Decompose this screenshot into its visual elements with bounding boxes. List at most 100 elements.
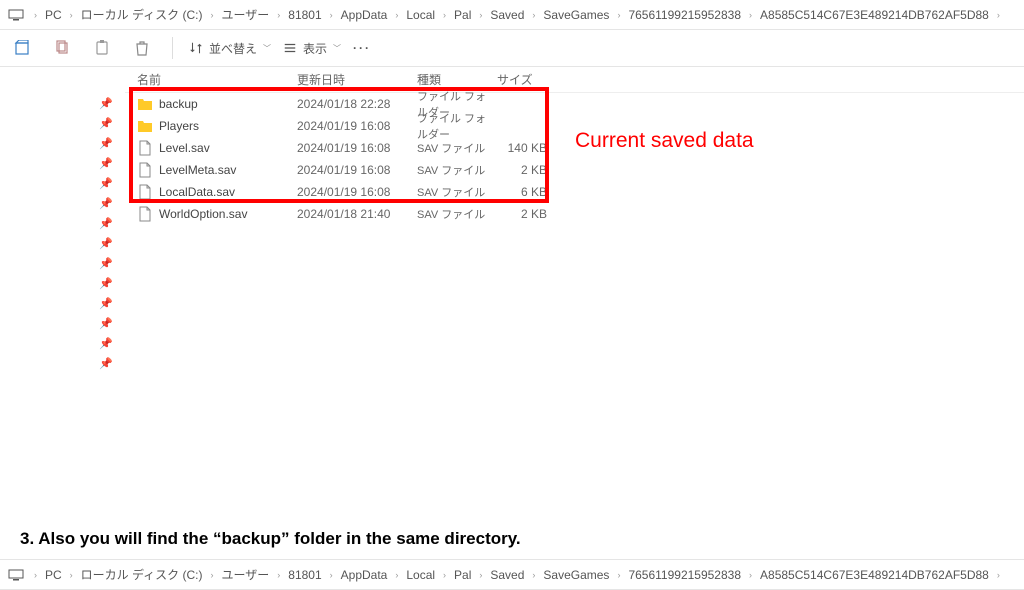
pin-icon: 📌 xyxy=(99,277,113,290)
more-button[interactable]: ··· xyxy=(353,41,371,55)
breadcrumb-item[interactable]: AppData xyxy=(339,568,390,582)
quick-access-row[interactable] xyxy=(0,73,125,93)
col-date[interactable]: 更新日時 xyxy=(297,71,417,88)
sidebar: 📌 📌 📌 📌 📌 📌 📌 📌 📌 📌 📌 📌 📌 📌 xyxy=(0,67,125,379)
col-type[interactable]: 種類 xyxy=(417,71,497,88)
paste-icon[interactable] xyxy=(88,34,116,62)
file-row[interactable]: WorldOption.sav2024/01/18 21:40SAV ファイル2… xyxy=(125,203,1024,225)
col-size[interactable]: サイズ xyxy=(497,71,547,88)
breadcrumb-item[interactable]: ローカル ディスク (C:) xyxy=(79,566,205,583)
breadcrumb-item[interactable]: ローカル ディスク (C:) xyxy=(79,6,205,23)
breadcrumb-item[interactable]: Saved xyxy=(488,8,526,22)
pc-icon xyxy=(8,9,24,21)
breadcrumb-item[interactable]: ユーザー xyxy=(220,6,272,23)
breadcrumb-item[interactable]: 76561199215952838 xyxy=(626,8,743,22)
chevron-icon: › xyxy=(613,570,624,580)
chevron-icon: › xyxy=(613,10,624,20)
file-date: 2024/01/19 16:08 xyxy=(297,119,417,133)
pin-icon: 📌 xyxy=(99,337,113,350)
file-type: SAV ファイル xyxy=(417,162,497,178)
quick-access-row[interactable]: 📌 xyxy=(0,293,125,313)
copy-icon[interactable] xyxy=(48,34,76,62)
pin-icon: 📌 xyxy=(99,237,113,250)
step-caption: 3. Also you will find the “backup” folde… xyxy=(0,519,1024,559)
chevron-icon: › xyxy=(66,10,77,20)
chevron-icon: › xyxy=(439,10,450,20)
breadcrumb-item[interactable]: Local xyxy=(404,568,437,582)
file-date: 2024/01/19 16:08 xyxy=(297,141,417,155)
chevron-icon: › xyxy=(528,10,539,20)
breadcrumb-item[interactable]: A8585C514C67E3E489214DB762AF5D88 xyxy=(758,8,991,22)
quick-access-row[interactable]: 📌 xyxy=(0,193,125,213)
file-date: 2024/01/19 16:08 xyxy=(297,163,417,177)
pin-icon: 📌 xyxy=(99,357,113,370)
breadcrumb-item[interactable]: AppData xyxy=(339,8,390,22)
file-name: Level.sav xyxy=(159,141,297,155)
breadcrumb-item[interactable]: Pal xyxy=(452,568,473,582)
chevron-down-icon: ﹀ xyxy=(263,43,271,54)
pc-icon xyxy=(8,569,24,581)
quick-access-row[interactable]: 📌 xyxy=(0,113,125,133)
quick-access-row[interactable]: 📌 xyxy=(0,313,125,333)
breadcrumb-item[interactable]: 76561199215952838 xyxy=(626,568,743,582)
chevron-icon: › xyxy=(745,10,756,20)
chevron-icon: › xyxy=(993,10,1004,20)
quick-access-row[interactable]: 📌 xyxy=(0,333,125,353)
file-type: SAV ファイル xyxy=(417,206,497,222)
file-row[interactable]: backup2024/01/18 22:28ファイル フォルダー xyxy=(125,93,1024,115)
file-icon xyxy=(137,162,153,178)
breadcrumb-item[interactable]: PC xyxy=(43,568,64,582)
quick-access-row[interactable]: 📌 xyxy=(0,213,125,233)
breadcrumb-item[interactable]: PC xyxy=(43,8,64,22)
chevron-icon: › xyxy=(391,570,402,580)
quick-access-row[interactable]: 📌 xyxy=(0,153,125,173)
file-rows: backup2024/01/18 22:28ファイル フォルダーPlayers2… xyxy=(125,93,1024,225)
quick-access-row[interactable]: 📌 xyxy=(0,93,125,113)
file-list-pane: 名前 更新日時 種類 サイズ backup2024/01/18 22:28ファイ… xyxy=(125,67,1024,379)
file-row[interactable]: LevelMeta.sav2024/01/19 16:08SAV ファイル2 K… xyxy=(125,159,1024,181)
breadcrumb-item[interactable]: ユーザー xyxy=(220,566,272,583)
sort-button[interactable]: 並べ替え ﹀ xyxy=(189,40,271,57)
chevron-icon: › xyxy=(207,570,218,580)
file-size: 6 KB xyxy=(497,185,547,199)
file-size: 140 KB xyxy=(497,141,547,155)
breadcrumb-item[interactable]: Local xyxy=(404,8,437,22)
quick-access-row[interactable]: 📌 xyxy=(0,253,125,273)
breadcrumb-item[interactable]: 81801 xyxy=(286,8,323,22)
view-icon xyxy=(283,41,297,55)
file-size: 2 KB xyxy=(497,163,547,177)
folder-icon xyxy=(137,118,153,134)
delete-icon[interactable] xyxy=(128,34,156,62)
chevron-icon: › xyxy=(326,10,337,20)
file-type: SAV ファイル xyxy=(417,184,497,200)
col-name[interactable]: 名前 xyxy=(137,71,297,88)
main-area: 📌 📌 📌 📌 📌 📌 📌 📌 📌 📌 📌 📌 📌 📌 名前 更新日時 種類 サ… xyxy=(0,67,1024,379)
file-name: backup xyxy=(159,97,297,111)
file-icon xyxy=(137,206,153,222)
quick-access-row[interactable]: 📌 xyxy=(0,233,125,253)
breadcrumb-item[interactable]: A8585C514C67E3E489214DB762AF5D88 xyxy=(758,568,991,582)
breadcrumb-item[interactable]: Pal xyxy=(452,8,473,22)
quick-access-row[interactable]: 📌 xyxy=(0,353,125,373)
file-type: SAV ファイル xyxy=(417,140,497,156)
chevron-icon: › xyxy=(391,10,402,20)
quick-access-row[interactable]: 📌 xyxy=(0,133,125,153)
view-button[interactable]: 表示 ﹀ xyxy=(283,40,341,57)
breadcrumb-item[interactable]: Saved xyxy=(488,568,526,582)
pin-icon: 📌 xyxy=(99,117,113,130)
pin-icon: 📌 xyxy=(99,157,113,170)
separator xyxy=(172,37,173,59)
chevron-icon: › xyxy=(30,10,41,20)
new-icon[interactable] xyxy=(8,34,36,62)
quick-access-row[interactable]: 📌 xyxy=(0,273,125,293)
file-row[interactable]: LocalData.sav2024/01/19 16:08SAV ファイル6 K… xyxy=(125,181,1024,203)
pin-icon: 📌 xyxy=(99,97,113,110)
breadcrumb-item[interactable]: SaveGames xyxy=(541,8,611,22)
chevron-icon: › xyxy=(439,570,450,580)
breadcrumb-item[interactable]: SaveGames xyxy=(541,568,611,582)
quick-access-row[interactable]: 📌 xyxy=(0,173,125,193)
pin-icon: 📌 xyxy=(99,317,113,330)
file-name: Players xyxy=(159,119,297,133)
chevron-icon: › xyxy=(528,570,539,580)
breadcrumb-item[interactable]: 81801 xyxy=(286,568,323,582)
